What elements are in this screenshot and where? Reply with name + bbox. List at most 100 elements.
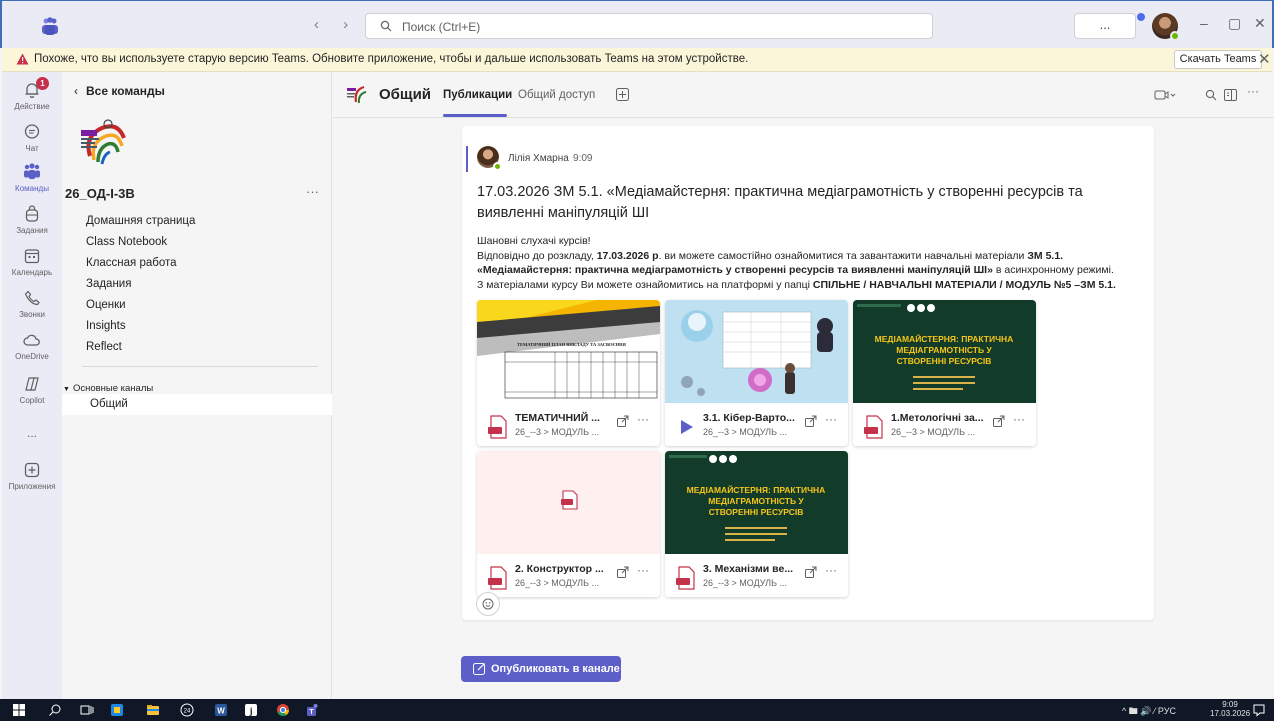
attachment-more-icon[interactable]: ···	[1013, 412, 1025, 426]
user-avatar[interactable]	[1152, 13, 1180, 41]
menu-class-notebook[interactable]: Class Notebook	[86, 236, 167, 248]
post-line: «Медіамайстерня: практична медіаграмотні…	[477, 263, 1153, 278]
channel-title: Общий	[379, 86, 432, 103]
attachment-card[interactable]: 3.1. Кібер-Варто... 26_--3 > МОДУЛЬ ... …	[665, 300, 848, 446]
menu-reflect[interactable]: Reflect	[86, 341, 122, 353]
file-explorer-icon[interactable]	[146, 703, 160, 717]
word-icon[interactable]: W	[214, 703, 228, 717]
channel-item-general[interactable]: Общий	[62, 394, 332, 415]
search-icon[interactable]	[48, 703, 62, 717]
search-input[interactable]: Поиск (Ctrl+E)	[365, 13, 933, 39]
tab-files[interactable]: Общий доступ	[518, 89, 595, 101]
share-icon[interactable]	[617, 566, 629, 578]
activity-badge: 1	[36, 77, 49, 90]
channel-more-icon[interactable]: ···	[1247, 84, 1259, 98]
team-name: 26_ОД-І-3В	[65, 186, 135, 201]
system-tray[interactable]: ^ 🖿 🔊 ⁄ РУС	[1122, 704, 1176, 720]
download-teams-button[interactable]: Скачать Teams	[1174, 50, 1262, 69]
video-file-icon	[675, 415, 697, 439]
attachment-more-icon[interactable]: ···	[637, 563, 649, 577]
attachment-card[interactable]: МЕДІАМАЙСТЕРНЯ: ПРАКТИЧНА МЕДІАГРАМОТНІС…	[853, 300, 1036, 446]
cloud-icon	[22, 330, 42, 350]
pdf-file-icon	[487, 566, 509, 590]
rail-teams[interactable]: Команды	[2, 162, 62, 193]
menu-insights[interactable]: Insights	[86, 320, 126, 332]
post-author[interactable]: Лілія Хмарна	[508, 153, 569, 164]
rail-apps[interactable]: Приложения	[2, 460, 62, 491]
rail-more[interactable]: ...	[2, 424, 62, 440]
add-reaction-button[interactable]	[476, 592, 500, 616]
share-icon[interactable]	[993, 415, 1005, 427]
rail-activity[interactable]: 1 Действие	[2, 77, 62, 111]
channels-header[interactable]: ▼ Основные каналы	[63, 383, 153, 394]
text-run: . ви можете самостійно ознайомитися та з…	[658, 249, 1028, 262]
posts-feed: Лілія Хмарна 9:09 17.03.2026 ЗМ 5.1. «Ме…	[333, 118, 1274, 699]
attachment-thumbnail: МЕДІАМАЙСТЕРНЯ: ПРАКТИЧНА МЕДІАГРАМОТНІС…	[665, 451, 848, 554]
all-teams-link[interactable]: ‹ Все команды	[74, 84, 165, 98]
rail-onedrive[interactable]: OneDrive	[2, 330, 62, 361]
taskbar-clock[interactable]: 9:09 17.03.2026	[1210, 700, 1250, 718]
restore-button[interactable]: ▢	[1228, 15, 1241, 32]
rail-calls[interactable]: Звонки	[2, 288, 62, 319]
journal-app-icon[interactable]: j	[244, 703, 258, 717]
team-pane: ‹ Все команды 26_ОД-І-3В ··· Домашняя стр…	[62, 72, 332, 699]
menu-assignments[interactable]: Задания	[86, 278, 131, 290]
rail-label: OneDrive	[15, 352, 49, 361]
menu-grades[interactable]: Оценки	[86, 299, 126, 311]
channel-info-icon[interactable]	[1224, 89, 1237, 101]
tab-posts[interactable]: Публикации	[443, 89, 512, 101]
rail-label: Календарь	[11, 268, 53, 277]
attachment-card[interactable]: 2. Конструктор ... 26_--3 > МОДУЛЬ ... ·…	[477, 451, 660, 597]
counter-app-icon[interactable]: 24	[180, 703, 194, 717]
pdf-file-icon	[863, 415, 885, 439]
menu-classwork[interactable]: Классная работа	[86, 257, 177, 269]
emoji-icon	[482, 598, 494, 610]
team-more-button[interactable]: ···	[306, 184, 319, 199]
attachment-more-icon[interactable]: ···	[637, 412, 649, 426]
teams-icon	[22, 162, 42, 182]
post-card: Лілія Хмарна 9:09 17.03.2026 ЗМ 5.1. «Ме…	[462, 126, 1154, 620]
attachment-name: 3. Механізми ве...	[703, 563, 794, 575]
share-icon[interactable]	[805, 566, 817, 578]
author-avatar[interactable]	[477, 146, 502, 171]
rail-calendar[interactable]: Календарь	[2, 246, 62, 277]
attachment-path: 26_--3 > МОДУЛЬ ...	[891, 427, 976, 437]
clock-date: 17.03.2026	[1210, 709, 1251, 718]
attachment-meta: 1.Метологічні за... 26_--3 > МОДУЛЬ ... …	[853, 403, 1036, 446]
nav-arrows[interactable]: ‹ ›	[314, 16, 358, 33]
pdf-file-icon	[487, 415, 509, 439]
task-view-icon[interactable]	[80, 703, 94, 717]
rail-chat[interactable]: Чат	[2, 122, 62, 153]
post-line: Шановні слухачі курсів!	[477, 235, 591, 247]
all-teams-label: Все команды	[86, 84, 165, 98]
update-banner: Похоже, что вы используете старую версию…	[2, 48, 1272, 72]
teams-taskbar-icon[interactable]: T	[306, 703, 320, 717]
channel-header: Общий Публикации Общий доступ ···	[333, 72, 1274, 118]
attachment-name: 3.1. Кібер-Варто...	[703, 412, 795, 424]
windows-start-icon[interactable]	[12, 703, 26, 717]
share-icon[interactable]	[805, 415, 817, 427]
meet-video-icon[interactable]	[1154, 89, 1176, 101]
search-channel-icon[interactable]	[1205, 89, 1217, 101]
post-body: Шановні слухачі курсів! Відповідно до ро…	[477, 234, 1153, 292]
rail-copilot[interactable]: Copilot	[2, 374, 62, 405]
text-run: в асинхронному режимі.	[992, 264, 1114, 276]
attachment-more-icon[interactable]: ···	[825, 412, 837, 426]
add-tab-icon[interactable]	[616, 88, 629, 101]
more-options-button[interactable]: ...	[1074, 13, 1136, 39]
post-line: Відповідно до розкладу, 17.03.2026 р. ви…	[477, 249, 1153, 264]
chrome-icon[interactable]	[276, 703, 290, 717]
attachment-more-icon[interactable]: ···	[825, 563, 837, 577]
publish-in-channel-button[interactable]: Опубликовать в канале	[461, 656, 621, 682]
text-run: З матеріалами курсу Ви можете ознайомити…	[477, 278, 813, 291]
share-icon[interactable]	[617, 415, 629, 427]
notifications-icon[interactable]	[1252, 703, 1266, 717]
rail-assignments[interactable]: Задания	[2, 204, 62, 235]
menu-home-page[interactable]: Домашняя страница	[86, 215, 195, 227]
close-button[interactable]: ✕	[1254, 15, 1266, 32]
banner-close-button[interactable]: ✕	[1258, 50, 1271, 68]
app-icon[interactable]	[110, 703, 124, 717]
minimize-button[interactable]: –	[1200, 15, 1208, 31]
attachment-card[interactable]: МЕДІАМАЙСТЕРНЯ: ПРАКТИЧНА МЕДІАГРАМОТНІС…	[665, 451, 848, 597]
attachment-card[interactable]: ТЕМАТИЧНИЙ ПЛАН ВИКЛАДУ ТА ЗАСВОЄННЯ ТЕМ…	[477, 300, 660, 446]
